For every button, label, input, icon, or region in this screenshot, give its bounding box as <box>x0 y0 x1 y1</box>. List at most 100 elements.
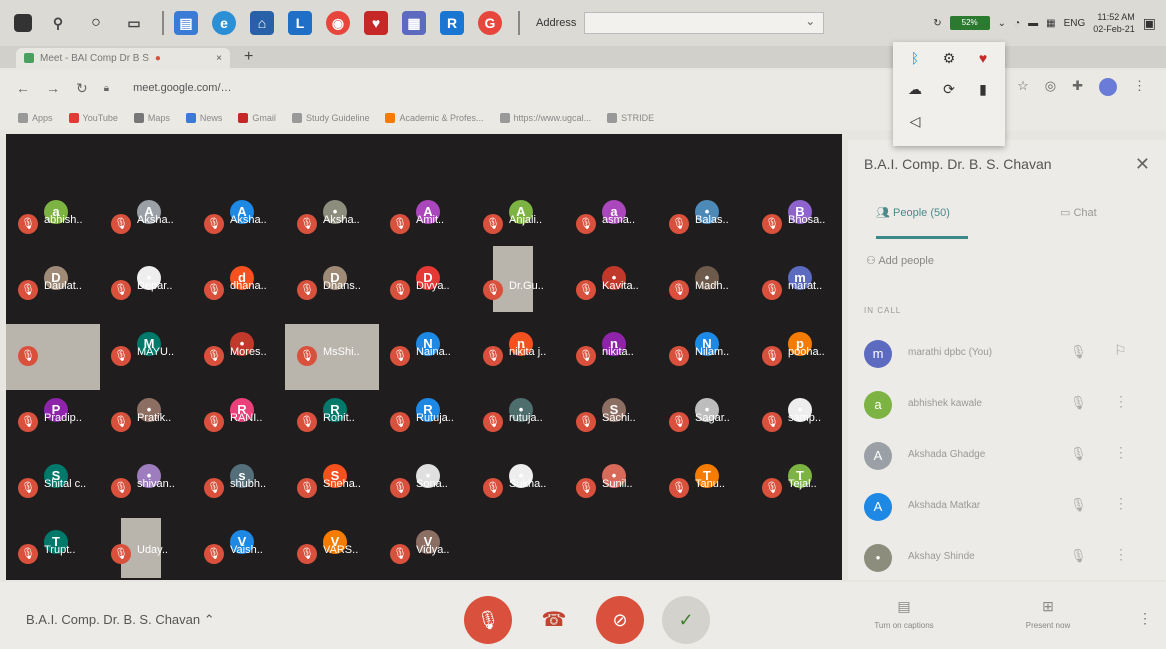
cloud-icon[interactable]: ☁ <box>901 81 929 106</box>
participant-tile[interactable]: T 🎙︎ Tanu.. <box>661 458 751 522</box>
participant-tile[interactable]: D 🎙︎ Divya.. <box>382 260 472 324</box>
participant-tile[interactable]: • 🎙︎ Pratik.. <box>103 392 193 456</box>
bookmark-item[interactable]: Apps <box>18 113 53 123</box>
search-icon[interactable]: ⚲ <box>46 11 70 35</box>
participant-tile[interactable]: N 🎙︎ Nilam.. <box>661 326 751 390</box>
participant-tile[interactable]: a 🎙︎ asma.. <box>568 194 658 258</box>
participant-tile[interactable]: m 🎙︎ marat.. <box>754 260 844 324</box>
edge-icon[interactable]: e <box>212 11 236 35</box>
bookmark-item[interactable]: Academic & Profes... <box>385 113 484 123</box>
participant-row[interactable]: A Akshada Matkar 🎙︎ ⋮ <box>864 489 1154 525</box>
pin-icon[interactable]: ⚐ <box>1114 342 1127 359</box>
mic-toggle-button[interactable]: 🎙︎ <box>464 596 512 644</box>
more-options-icon[interactable]: ⋮ <box>1114 495 1128 512</box>
sync-icon[interactable]: ⟳ <box>935 81 963 106</box>
participant-tile[interactable]: 🎙︎ <box>6 324 100 390</box>
address-input[interactable] <box>584 12 825 34</box>
participant-tile[interactable]: A 🎙︎ Amit.. <box>382 194 472 258</box>
store-icon[interactable]: ▤ <box>174 11 198 35</box>
shield-tray-icon[interactable]: ♥ <box>969 50 997 75</box>
participant-tile[interactable]: T 🎙︎ Tejal.. <box>754 458 844 522</box>
volume-icon[interactable]: ◁ <box>901 113 929 138</box>
participant-tile[interactable]: • 🎙︎ Madh.. <box>661 260 751 324</box>
participant-tile[interactable]: • 🎙︎ Depar.. <box>103 260 193 324</box>
url-bar[interactable]: meet.google.com/… <box>133 82 231 94</box>
participant-tile[interactable]: V 🎙︎ VARS.. <box>289 524 379 588</box>
mic-muted-icon[interactable]: 🎙︎ <box>1070 497 1087 513</box>
battery-icon[interactable]: ▬ <box>1028 18 1038 29</box>
participant-tile[interactable]: A 🎙︎ Aksha.. <box>196 194 286 258</box>
participant-tile[interactable]: • 🎙︎ Mores.. <box>196 326 286 390</box>
bookmark-item[interactable]: News <box>185 113 222 123</box>
participant-tile[interactable]: • 🎙︎ Sagar.. <box>661 392 751 456</box>
participant-tile[interactable]: T 🎙︎ Trupt.. <box>10 524 100 588</box>
tab-chat[interactable]: ▭ Chat <box>1060 206 1097 219</box>
bookmark-item[interactable]: YouTube <box>68 113 118 123</box>
participant-tile[interactable]: N 🎙︎ Naina.. <box>382 326 472 390</box>
participant-tile[interactable]: d 🎙︎ dhana.. <box>196 260 286 324</box>
more-options-icon[interactable]: ⋮ <box>1114 444 1128 461</box>
add-people-button[interactable]: ⚇ Add people <box>866 254 934 267</box>
new-tab-button[interactable]: + <box>244 48 253 66</box>
participant-tile[interactable]: S 🎙︎ Sneha.. <box>289 458 379 522</box>
participant-tile[interactable]: D 🎙︎ Dhans.. <box>289 260 379 324</box>
windows-start-icon[interactable] <box>14 14 32 32</box>
participant-tile[interactable]: • 🎙︎ Sukha.. <box>475 458 565 522</box>
forward-icon[interactable]: → <box>46 80 60 96</box>
bookmark-item[interactable]: Maps <box>133 113 170 123</box>
participant-tile[interactable]: V 🎙︎ Vidya.. <box>382 524 472 588</box>
participant-tile[interactable]: M 🎙︎ MAYU.. <box>103 326 193 390</box>
more-icon[interactable]: ⋮ <box>1133 78 1146 96</box>
participant-row[interactable]: A Akshada Ghadge 🎙︎ ⋮ <box>864 438 1154 474</box>
bookmark-item[interactable]: Gmail <box>238 113 276 123</box>
mic-muted-icon[interactable]: 🎙︎ <box>1070 446 1087 462</box>
notifications-icon[interactable]: ▣ <box>1143 15 1156 32</box>
tray-app-icon[interactable]: ⚙ <box>935 50 963 75</box>
more-options-icon[interactable]: ⋮ <box>1114 546 1128 563</box>
close-icon[interactable]: ✕ <box>1135 154 1150 175</box>
participant-tile[interactable]: 🎙︎ Uday.. <box>103 518 193 588</box>
participant-tile[interactable]: • 🎙︎ shivan.. <box>103 458 193 522</box>
clock[interactable]: 11:52 AM 02-Feb-21 <box>1093 11 1135 35</box>
tab-people[interactable]: 👥︎ People (50) <box>876 206 950 219</box>
app-tray-icon[interactable]: ▦ <box>1046 18 1055 29</box>
close-tab-icon[interactable]: × <box>216 53 222 64</box>
participant-tile[interactable]: p 🎙︎ pooha.. <box>754 326 844 390</box>
task-view-icon[interactable]: ▭ <box>122 11 146 35</box>
participant-tile[interactable]: s 🎙︎ shubh.. <box>196 458 286 522</box>
more-options-icon[interactable]: ⋮ <box>1138 610 1152 627</box>
participant-tile[interactable]: a 🎙︎ abhish.. <box>10 194 100 258</box>
bookmark-item[interactable]: https://www.ugcal... <box>499 113 591 123</box>
chevron-down-icon[interactable]: ⌄ <box>998 18 1006 29</box>
participant-tile[interactable]: P 🎙︎ Pradip.. <box>10 392 100 456</box>
participant-tile[interactable]: R 🎙︎ RANI.. <box>196 392 286 456</box>
photos-app-icon[interactable]: ▦ <box>402 11 426 35</box>
meeting-details-button[interactable]: B.A.I. Comp. Dr. B. S. Chavan ⌃ <box>26 612 215 628</box>
mic-muted-icon[interactable]: 🎙︎ <box>1070 395 1087 411</box>
camera-toggle-button[interactable]: ⊘ <box>596 596 644 644</box>
mic-muted-icon[interactable]: 🎙︎ <box>1070 344 1087 360</box>
participant-tile[interactable]: • 🎙︎ Kavita.. <box>568 260 658 324</box>
star-icon[interactable]: ☆ <box>1017 78 1029 96</box>
captions-button[interactable]: ▤ Turn on captions <box>864 598 944 630</box>
battery-indicator[interactable]: 52% <box>949 16 990 30</box>
participant-tile[interactable]: S 🎙︎ Shital c.. <box>10 458 100 522</box>
bluetooth-icon[interactable]: ᛒ <box>901 50 929 75</box>
bookmark-item[interactable]: STRIDE <box>607 113 654 123</box>
l-app-icon[interactable]: L <box>288 11 312 35</box>
participant-row[interactable]: • Akshay Shinde 🎙︎ ⋮ <box>864 540 1154 576</box>
participant-tile[interactable]: B 🎙︎ Bhosa.. <box>754 194 844 258</box>
network-icon[interactable]: ◔ <box>1014 18 1020 29</box>
participant-tile[interactable]: V 🎙︎ Vaish.. <box>196 524 286 588</box>
chrome-icon[interactable]: ◉ <box>326 11 350 35</box>
participant-tile[interactable]: 🎙︎ Dr.Gu.. <box>475 246 565 324</box>
participant-tile[interactable]: • 🎙︎ samp.. <box>754 392 844 456</box>
participant-tile[interactable]: n 🎙︎ nikita j.. <box>475 326 565 390</box>
participant-tile[interactable]: • 🎙︎ Sona.. <box>382 458 472 522</box>
puzzle-icon[interactable]: ✚ <box>1072 78 1083 96</box>
participant-tile[interactable]: • 🎙︎ Aksha.. <box>289 194 379 258</box>
more-options-icon[interactable]: ⋮ <box>1114 393 1128 410</box>
school-icon[interactable]: ⌂ <box>250 11 274 35</box>
participant-tile[interactable]: • 🎙︎ Sunil.. <box>568 458 658 522</box>
participant-tile[interactable]: • 🎙︎ rutuja.. <box>475 392 565 456</box>
